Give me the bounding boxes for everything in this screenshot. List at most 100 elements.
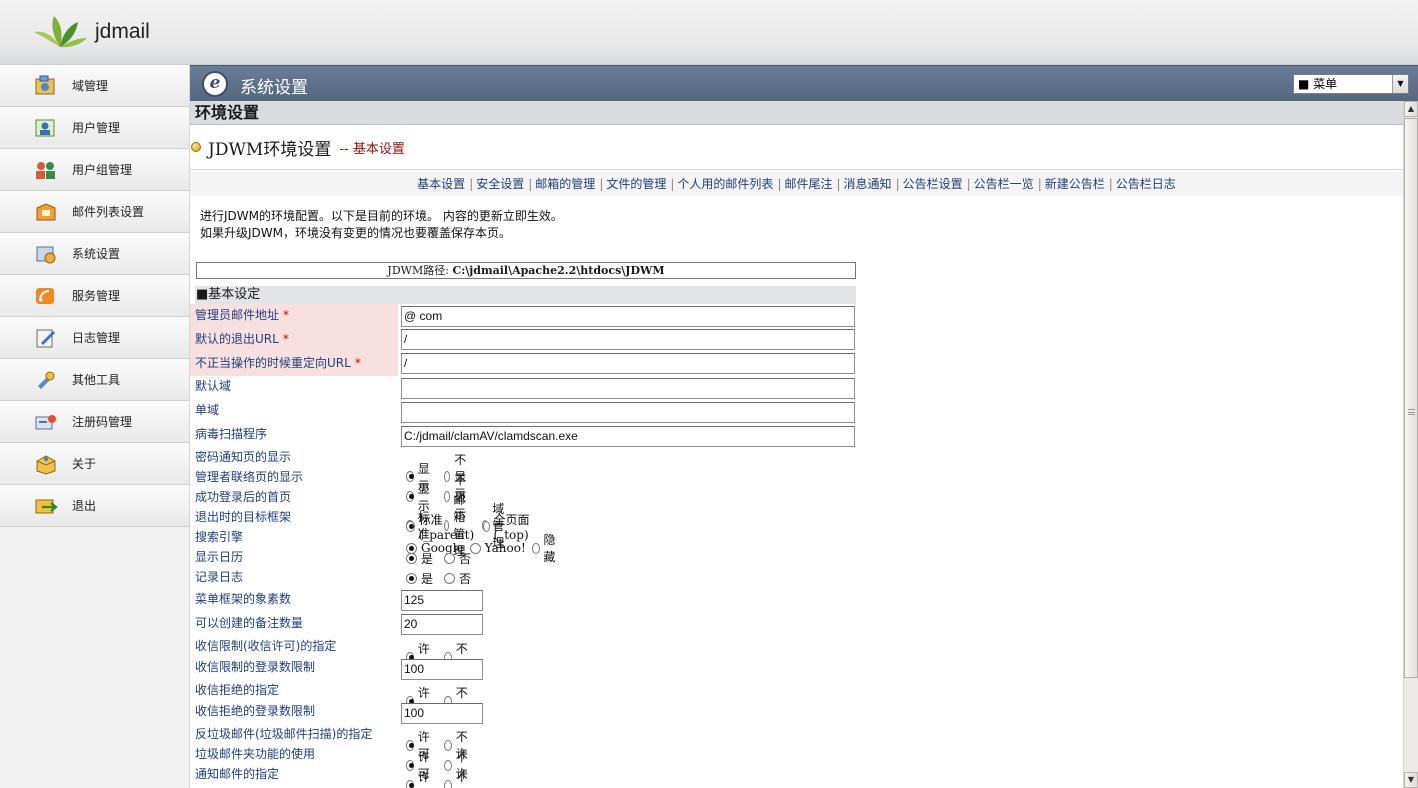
nav-link-board-settings[interactable]: 公告栏设置 bbox=[903, 177, 963, 191]
path-value: C:\jdmail\Apache2.2\htdocs\JDWM bbox=[452, 264, 665, 277]
nav-separator: | bbox=[777, 177, 782, 191]
radio-option[interactable]: 是 bbox=[406, 550, 433, 567]
radio-label: Yahoo! bbox=[484, 541, 526, 555]
sidebar-item-license[interactable]: 注册码管理 bbox=[0, 401, 189, 443]
radio-option[interactable]: 隐藏 bbox=[531, 531, 559, 565]
sidebar-item-service[interactable]: 服务管理 bbox=[0, 275, 189, 317]
nav-link-new-board[interactable]: 新建公告栏 bbox=[1045, 177, 1105, 191]
sidebar-item-label: 用户组管理 bbox=[72, 163, 133, 177]
nav-link-footer[interactable]: 邮件尾注 bbox=[784, 177, 832, 191]
about-icon bbox=[36, 454, 56, 475]
radio-label: 许可 bbox=[417, 770, 430, 788]
nav-link-files[interactable]: 文件的管理 bbox=[606, 177, 666, 191]
sidebar-item-label: 其他工具 bbox=[72, 373, 121, 387]
admin-contact-label: 管理者联络页的显示 bbox=[195, 470, 304, 484]
logout-url-input[interactable]: / bbox=[401, 329, 855, 350]
nav-link-security[interactable]: 安全设置 bbox=[476, 177, 524, 191]
recv-reject-label: 收信拒绝的指定 bbox=[195, 683, 280, 697]
redirect-url-input[interactable]: / bbox=[401, 353, 855, 374]
radio-label: 是 bbox=[421, 572, 434, 586]
menu-pixels-label: 菜单框架的象素数 bbox=[195, 592, 292, 606]
sidebar-item-logout[interactable]: 退出 bbox=[0, 485, 189, 527]
recv-reject-count-label: 收信拒绝的登录数限制 bbox=[195, 704, 316, 718]
memo-count-input[interactable]: 20 bbox=[401, 614, 483, 635]
radio-button[interactable] bbox=[444, 779, 452, 788]
virus-scanner-input[interactable]: C:/jdmail/clamAV/clamdscan.exe bbox=[401, 426, 855, 447]
sidebar-item-mail-list[interactable]: 邮件列表设置 bbox=[0, 191, 189, 233]
radio-button[interactable] bbox=[406, 553, 417, 564]
menu-dropdown[interactable]: ■ 菜单 ▼ bbox=[1293, 74, 1409, 94]
nav-link-notice[interactable]: 消息通知 bbox=[844, 177, 892, 191]
nav-link-mailbox[interactable]: 邮箱的管理 bbox=[535, 177, 595, 191]
section-heading: 环境设置 bbox=[190, 101, 1403, 125]
required-star: * bbox=[282, 332, 289, 346]
sidebar-item-label: 服务管理 bbox=[72, 289, 121, 303]
recv-limit-count-label: 收信限制的登录数限制 bbox=[195, 660, 316, 674]
radio-option[interactable]: 否 bbox=[444, 570, 471, 587]
recv-limit-label: 收信限制(收信许可)的指定 bbox=[195, 639, 337, 653]
admin-email-input[interactable]: @ com bbox=[401, 306, 855, 327]
path-label: JDWM路径: bbox=[387, 264, 453, 277]
recv-reject-count-input[interactable]: 100 bbox=[401, 703, 483, 724]
radio-button[interactable] bbox=[406, 779, 414, 788]
logout-url-label: 默认的退出URL bbox=[195, 332, 279, 346]
radio-button[interactable] bbox=[444, 573, 456, 584]
nav-link-personal-list[interactable]: 个人用的邮件列表 bbox=[677, 177, 773, 191]
menu-dropdown-value: ■ 菜单 bbox=[1298, 77, 1338, 91]
notice-mail-label: 通知邮件的指定 bbox=[195, 767, 280, 781]
radio-button[interactable] bbox=[444, 553, 456, 564]
basic-settings-heading: ■基本设定 bbox=[195, 286, 856, 304]
sidebar-item-label: 邮件列表设置 bbox=[72, 205, 145, 219]
domain-icon bbox=[35, 75, 55, 94]
nav-link-basic[interactable]: 基本设置 bbox=[417, 177, 465, 191]
description-line: 进行JDWM的环境配置。以下是目前的环境。 内容的更新立即生效。 bbox=[200, 209, 563, 223]
menu-pixels-input[interactable]: 125 bbox=[401, 590, 483, 611]
log-icon bbox=[36, 329, 55, 347]
description: 进行JDWM的环境配置。以下是目前的环境。 内容的更新立即生效。 如果升级JDW… bbox=[190, 196, 1403, 242]
scroll-up-icon[interactable]: ▲ bbox=[1404, 101, 1418, 117]
sidebar-item-label: 日志管理 bbox=[72, 331, 121, 345]
radio-button[interactable] bbox=[406, 573, 417, 584]
nav-separator: | bbox=[966, 177, 971, 191]
app-logo-text: jdmail bbox=[95, 20, 150, 43]
home-after-login-label: 成功登录后的首页 bbox=[195, 490, 292, 504]
radio-button[interactable] bbox=[531, 542, 540, 554]
admin-email-label: 管理员邮件地址 bbox=[195, 308, 280, 322]
recv-limit-count-input[interactable]: 100 bbox=[401, 659, 483, 680]
radio-option[interactable]: 许可 bbox=[406, 768, 433, 788]
sidebar-item-logs[interactable]: 日志管理 bbox=[0, 317, 189, 359]
nav-link-board-list[interactable]: 公告栏一览 bbox=[974, 177, 1034, 191]
sidebar-item-about[interactable]: 关于 bbox=[0, 443, 189, 485]
sidebar-item-groups[interactable]: 用户组管理 bbox=[0, 149, 189, 191]
nav-separator: | bbox=[528, 177, 533, 191]
user-icon bbox=[35, 119, 55, 136]
settings-icon bbox=[36, 246, 56, 263]
radio-option[interactable]: 是 bbox=[406, 570, 433, 587]
nav-separator: | bbox=[895, 177, 900, 191]
scroll-down-icon[interactable]: ▼ bbox=[1404, 772, 1418, 788]
sidebar-item-label: 域管理 bbox=[72, 79, 109, 93]
spam-folder-label: 垃圾邮件夹功能的使用 bbox=[195, 747, 316, 761]
radio-option[interactable]: 不许 bbox=[444, 768, 471, 788]
field-label: 不正当操作的时候重定向URL * bbox=[190, 352, 398, 376]
record-log-label: 记录日志 bbox=[195, 570, 244, 584]
anti-spam-label: 反垃圾邮件(垃圾邮件扫描)的指定 bbox=[195, 727, 373, 741]
sidebar-item-label: 退出 bbox=[72, 499, 97, 513]
radio-label: 是 bbox=[421, 552, 434, 566]
sidebar-item-users[interactable]: 用户管理 bbox=[0, 107, 189, 149]
vertical-scrollbar[interactable]: ▲ ▼ bbox=[1403, 101, 1418, 788]
chevron-down-icon[interactable]: ▼ bbox=[1392, 75, 1408, 93]
sidebar-item-system-settings[interactable]: 系统设置 bbox=[0, 233, 189, 275]
radio-label: 隐藏 bbox=[543, 533, 556, 564]
sidebar-item-domain[interactable]: 域管理 bbox=[0, 65, 189, 107]
tools-icon bbox=[38, 371, 55, 389]
radio-option[interactable]: 否 bbox=[444, 550, 471, 567]
single-domain-input[interactable] bbox=[401, 402, 855, 423]
license-icon bbox=[35, 414, 56, 429]
nav-link-board-log[interactable]: 公告栏日志 bbox=[1116, 177, 1176, 191]
scroll-thumb[interactable] bbox=[1404, 118, 1418, 678]
default-domain-input[interactable] bbox=[401, 378, 855, 399]
sidebar-item-other-tools[interactable]: 其他工具 bbox=[0, 359, 189, 401]
main-content: 环境设置 JDWM环境设置 -- 基本设置 基本设置 | 安全设置 | 邮箱的管理 | 文件… bbox=[190, 101, 1403, 788]
radio-group: 是 否 bbox=[406, 550, 482, 567]
